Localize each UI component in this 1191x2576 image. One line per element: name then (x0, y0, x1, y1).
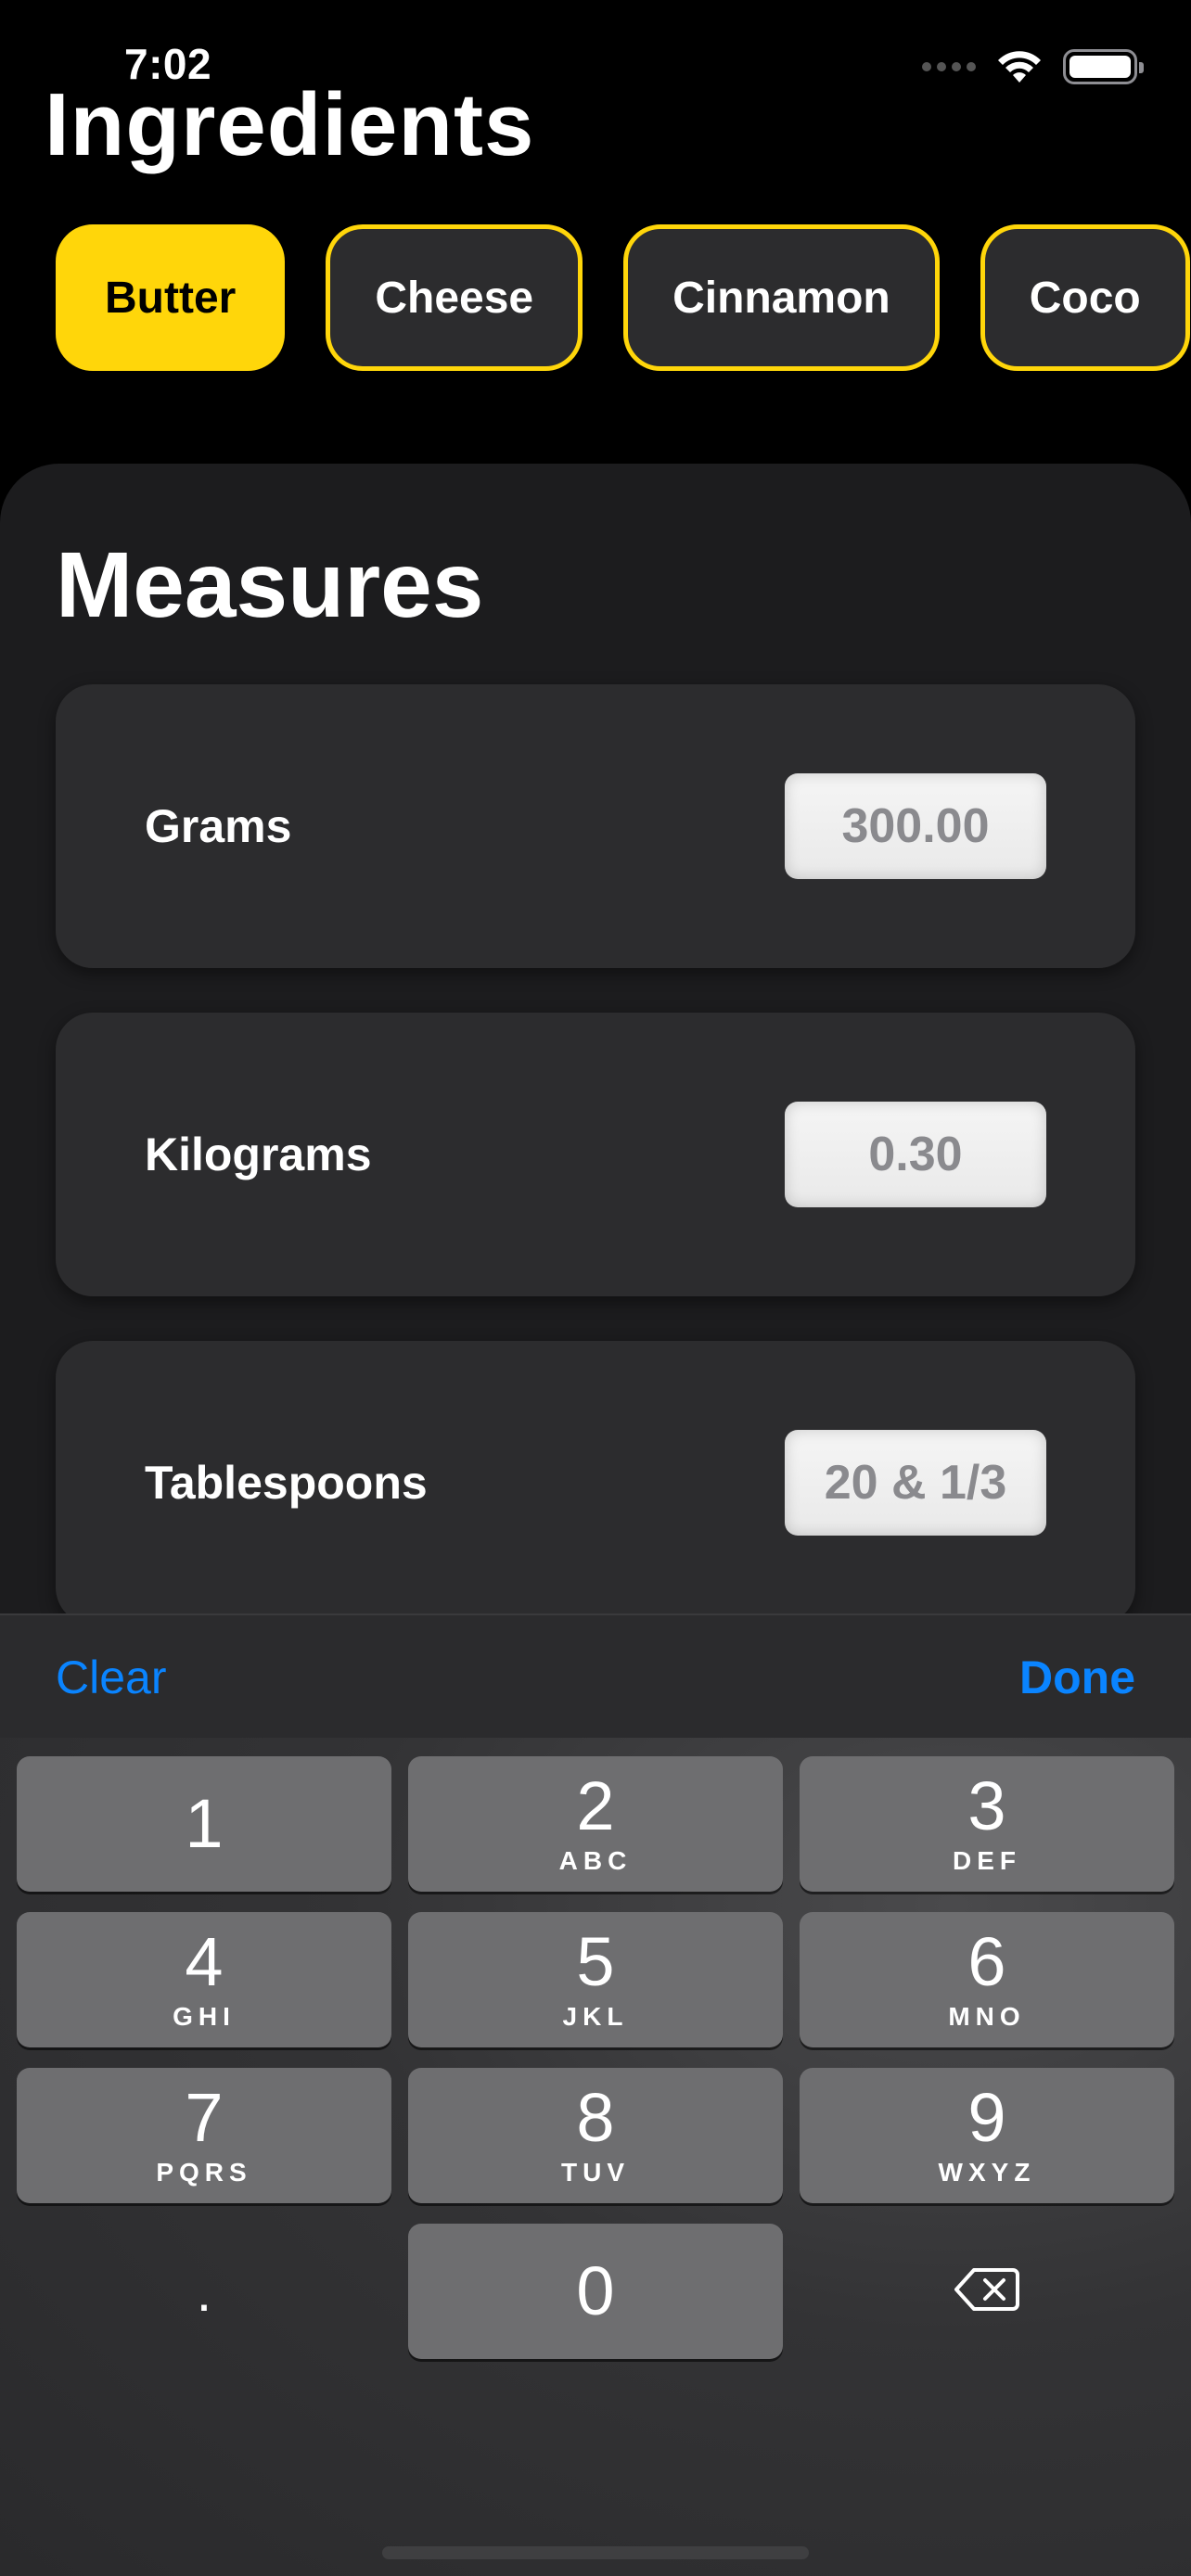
key-8[interactable]: 8 TUV (408, 2068, 783, 2203)
screen: 7:02 Ingredients Butter Cheese Cinnamon … (0, 0, 1191, 2576)
key-digit: 6 (967, 1923, 1006, 2000)
grams-input[interactable]: 300.00 (785, 773, 1046, 879)
cellular-signal-icon (922, 62, 976, 71)
key-letters: JKL (562, 2002, 629, 2031)
battery-icon (1063, 49, 1144, 84)
backspace-icon (954, 2266, 1020, 2317)
number-keypad: 1 2 ABC 3 DEF 4 GHI 5 JKL 6 MNO 7 PQRS 8… (0, 1738, 1191, 2576)
key-5[interactable]: 5 JKL (408, 1912, 783, 2047)
key-digit: 4 (185, 1923, 224, 2000)
key-letters: DEF (953, 1846, 1021, 1875)
home-indicator (382, 2546, 809, 2559)
status-icons (922, 43, 1144, 91)
key-letters: MNO (948, 2002, 1026, 2031)
page-title: Ingredients (45, 75, 535, 174)
key-0[interactable]: 0 (408, 2224, 783, 2359)
key-letters: PQRS (156, 2158, 252, 2187)
chip-butter[interactable]: Butter (56, 224, 286, 371)
key-7[interactable]: 7 PQRS (17, 2068, 391, 2203)
measure-card-tablespoons: Tablespoons 20 & 1/3 (56, 1341, 1135, 1625)
key-letters: GHI (173, 2002, 236, 2031)
wifi-icon (996, 49, 1043, 84)
keyboard-toolbar: Clear Done (0, 1613, 1191, 1738)
measure-card-grams: Grams 300.00 (56, 684, 1135, 968)
measure-card-kilograms: Kilograms 0.30 (56, 1013, 1135, 1296)
ingredient-chips: Butter Cheese Cinnamon Coco (56, 224, 1190, 373)
delete-key[interactable] (800, 2224, 1174, 2359)
key-digit: 0 (576, 2252, 615, 2329)
measure-label: Grams (145, 800, 292, 852)
key-9[interactable]: 9 WXYZ (800, 2068, 1174, 2203)
key-digit: 3 (967, 1767, 1006, 1844)
measures-panel: Measures Grams 300.00 Kilograms 0.30 Tab… (0, 464, 1191, 1669)
key-letters: WXYZ (938, 2158, 1036, 2187)
key-letters: ABC (558, 1846, 633, 1875)
measures-title: Measures (56, 533, 484, 637)
key-digit: 2 (576, 1767, 615, 1844)
measure-label: Kilograms (145, 1129, 372, 1180)
key-3[interactable]: 3 DEF (800, 1756, 1174, 1892)
key-digit: 5 (576, 1923, 615, 2000)
key-1[interactable]: 1 (17, 1756, 391, 1892)
key-4[interactable]: 4 GHI (17, 1912, 391, 2047)
key-2[interactable]: 2 ABC (408, 1756, 783, 1892)
measure-label: Tablespoons (145, 1457, 428, 1509)
key-decimal-label: . (196, 2260, 212, 2323)
chip-cinnamon[interactable]: Cinnamon (623, 224, 940, 371)
key-digit: 8 (576, 2079, 615, 2156)
key-6[interactable]: 6 MNO (800, 1912, 1174, 2047)
key-letters: TUV (561, 2158, 630, 2187)
kilograms-input[interactable]: 0.30 (785, 1102, 1046, 1207)
key-digit: 7 (185, 2079, 224, 2156)
key-decimal[interactable]: . (17, 2224, 391, 2359)
done-button[interactable]: Done (1019, 1615, 1135, 1740)
key-digit: 9 (967, 2079, 1006, 2156)
chip-cheese[interactable]: Cheese (326, 224, 583, 371)
chip-cocoa[interactable]: Coco (980, 224, 1190, 371)
tablespoons-input[interactable]: 20 & 1/3 (785, 1430, 1046, 1536)
clear-button[interactable]: Clear (56, 1615, 166, 1740)
key-digit: 1 (185, 1785, 224, 1862)
